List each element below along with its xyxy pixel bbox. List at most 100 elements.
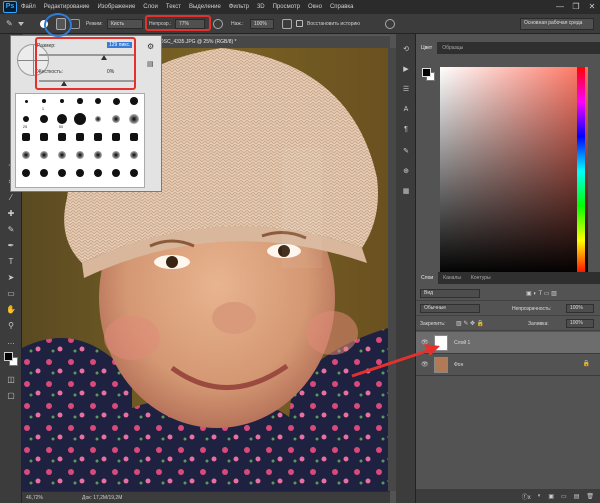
settings-gear-icon[interactable]: ⚙ xyxy=(147,42,154,51)
brush-preset[interactable] xyxy=(112,169,120,177)
adjustment-layer-icon[interactable]: ◐ xyxy=(538,493,542,499)
shape-icon[interactable]: ▭ xyxy=(5,288,17,300)
paragraph-icon[interactable]: ¶ xyxy=(400,124,412,136)
maximize-button[interactable]: ❐ xyxy=(568,0,584,14)
menu-image[interactable]: Изображение xyxy=(97,4,135,10)
delete-layer-icon[interactable]: 🗑 xyxy=(586,493,594,500)
brush-preset[interactable] xyxy=(112,97,120,105)
add-mask-icon[interactable]: ▣ xyxy=(548,493,554,500)
brush-preset[interactable] xyxy=(40,115,48,123)
brush-preset[interactable] xyxy=(57,114,67,124)
visibility-eye-icon[interactable]: 👁 xyxy=(421,361,429,368)
close-button[interactable]: ✕ xyxy=(584,0,600,14)
brush-preset[interactable] xyxy=(130,151,138,159)
fill-field[interactable]: 100% xyxy=(566,319,594,328)
pressure-size-icon[interactable] xyxy=(385,19,395,29)
brush-preset[interactable] xyxy=(76,133,84,141)
brush-preset[interactable] xyxy=(23,116,29,122)
brush-preset[interactable] xyxy=(22,169,30,177)
brush-preset[interactable] xyxy=(24,99,28,103)
eraser-tool-icon[interactable]: ✎ xyxy=(6,19,16,29)
document-tab[interactable]: DSC_4335.JPG @ 25% (RGB/8) * xyxy=(130,35,390,48)
pressure-opacity-icon[interactable] xyxy=(213,19,223,29)
brush-preset[interactable] xyxy=(94,133,102,141)
brush-preset[interactable] xyxy=(74,113,86,125)
text-tool-icon[interactable]: T xyxy=(5,256,17,268)
menu-view[interactable]: Просмотр xyxy=(273,4,300,10)
quick-mask-icon[interactable]: ◫ xyxy=(5,374,17,386)
brush-preset[interactable] xyxy=(112,133,120,141)
menu-filter[interactable]: Фильтр xyxy=(229,4,249,10)
more-tools-icon[interactable]: … xyxy=(5,336,17,348)
brush-preset[interactable] xyxy=(42,99,46,103)
menu-help[interactable]: Справка xyxy=(330,4,354,10)
spot-heal-icon[interactable]: ✚ xyxy=(5,208,17,220)
layer-filter-icons[interactable]: ▣ ◐ T ▭ ▨ xyxy=(526,290,557,297)
tab-channels[interactable]: Каналы xyxy=(438,272,466,284)
menu-layers[interactable]: Слои xyxy=(143,4,158,10)
tool-preset-chevron-icon[interactable] xyxy=(18,22,24,26)
brush-preset[interactable] xyxy=(94,151,102,159)
tab-layers[interactable]: Слои xyxy=(416,272,439,284)
path-select-icon[interactable]: ➤ xyxy=(5,272,17,284)
brush-preset[interactable] xyxy=(77,98,83,104)
menu-text[interactable]: Текст xyxy=(166,4,181,10)
layer-kind-select[interactable]: Вид xyxy=(420,289,480,298)
fx-icon[interactable]: ⓕx xyxy=(522,492,531,501)
menu-window[interactable]: Окно xyxy=(308,4,322,10)
pen-icon[interactable]: ✒ xyxy=(5,240,17,252)
screen-mode-icon[interactable]: ▢ xyxy=(5,390,17,402)
brush-preset[interactable] xyxy=(59,98,65,104)
brush-preset[interactable] xyxy=(95,116,101,122)
brush-preset[interactable] xyxy=(40,169,48,177)
brush-preset[interactable] xyxy=(22,151,30,159)
brush-preset[interactable] xyxy=(58,133,66,141)
blend-mode-select[interactable]: Обычные xyxy=(420,304,480,313)
character-icon[interactable]: A xyxy=(400,104,412,116)
hue-slider[interactable] xyxy=(577,67,585,275)
layer-row-background[interactable]: 👁 Фон 🔒 xyxy=(416,354,600,376)
brush-preset[interactable] xyxy=(58,151,66,159)
properties-icon[interactable]: ☰ xyxy=(400,84,412,96)
visibility-eye-icon[interactable]: 👁 xyxy=(421,339,429,346)
restore-history-checkbox[interactable] xyxy=(296,20,303,27)
menu-3d[interactable]: 3D xyxy=(257,4,265,10)
canvas-vertical-scrollbar[interactable] xyxy=(388,48,396,491)
menu-select[interactable]: Выделение xyxy=(189,4,221,10)
brush-preset[interactable] xyxy=(76,151,84,159)
brush-settings-icon[interactable]: ✎ xyxy=(400,146,412,158)
zoom-level[interactable]: 46,72% xyxy=(26,495,43,501)
brush-preset[interactable] xyxy=(112,115,120,123)
actions-icon[interactable]: ▶ xyxy=(400,64,412,76)
brush-preset[interactable] xyxy=(129,114,139,124)
hand-icon[interactable]: ✋ xyxy=(5,304,17,316)
brush-icon[interactable]: ✎ xyxy=(5,224,17,236)
brush-preset[interactable] xyxy=(58,169,66,177)
brush-preset[interactable] xyxy=(22,133,30,141)
brush-preset[interactable] xyxy=(40,133,48,141)
layer-opacity-field[interactable]: 100% xyxy=(566,304,594,313)
history-icon[interactable]: ⟲ xyxy=(400,44,412,56)
brush-preset[interactable] xyxy=(94,97,102,105)
pressure-field[interactable]: 100% xyxy=(250,19,274,29)
brush-preset[interactable] xyxy=(94,169,102,177)
menu-edit[interactable]: Редактирование xyxy=(44,4,90,10)
brush-preset[interactable] xyxy=(130,169,138,177)
layer-row-1[interactable]: 👁 Слой 1 xyxy=(416,332,600,354)
new-layer-icon[interactable]: ▤ xyxy=(574,493,580,500)
brush-preset[interactable] xyxy=(130,97,138,105)
eyedropper-icon[interactable]: ⁄ xyxy=(5,192,17,204)
workspace-select[interactable]: Основная рабочая среда xyxy=(520,18,594,30)
new-preset-icon[interactable]: ▤ xyxy=(147,60,154,68)
tab-swatches[interactable]: Образцы xyxy=(437,42,468,54)
brush-preset[interactable] xyxy=(76,169,84,177)
clone-source-icon[interactable]: ⊕ xyxy=(400,166,412,178)
lock-icons[interactable]: ▨ ✎ ✥ 🔒 xyxy=(456,320,484,327)
brush-preset[interactable] xyxy=(130,133,138,141)
color-picker-field[interactable] xyxy=(440,67,588,275)
brush-preset[interactable] xyxy=(40,151,48,159)
brush-preset[interactable] xyxy=(112,151,120,159)
tab-color[interactable]: Цвет xyxy=(416,42,438,54)
menu-file[interactable]: Файл xyxy=(21,4,36,10)
minimize-button[interactable]: — xyxy=(552,0,568,14)
